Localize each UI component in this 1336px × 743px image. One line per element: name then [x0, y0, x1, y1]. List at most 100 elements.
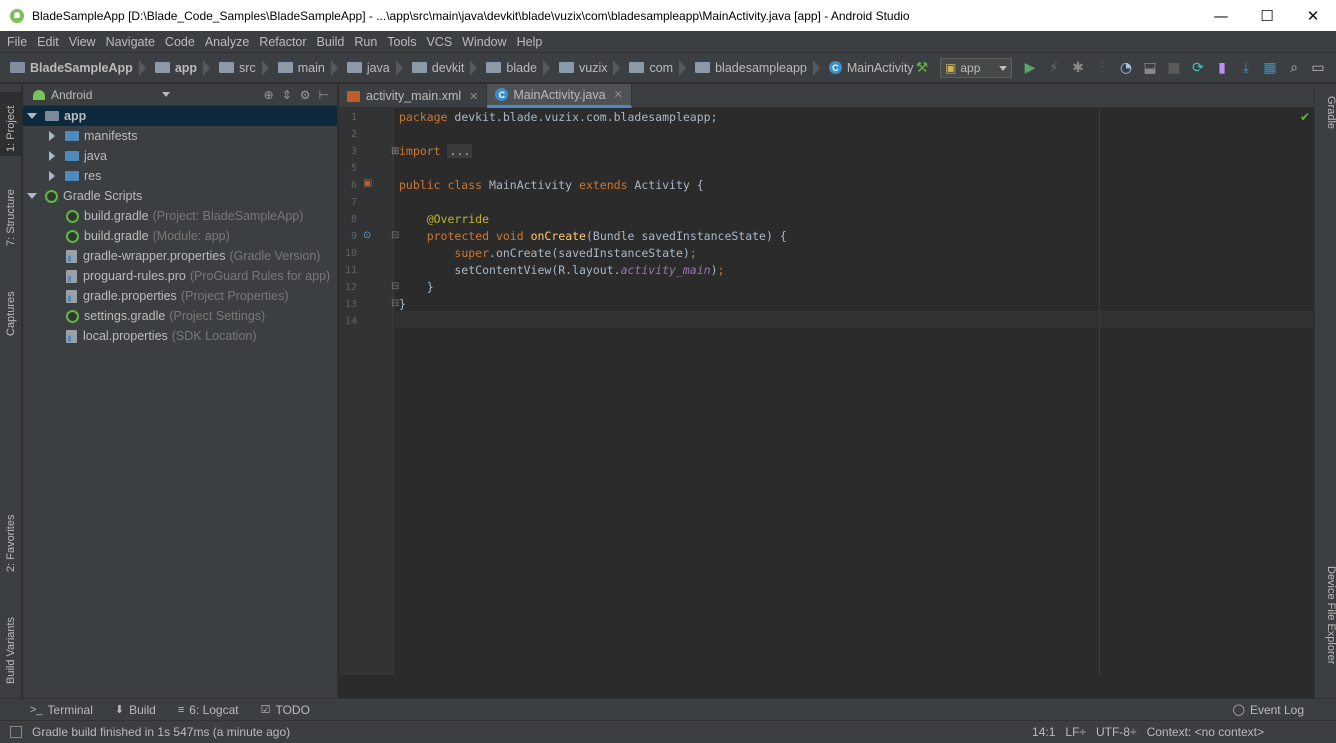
tool-window-label: 6: Logcat	[189, 702, 239, 717]
gear-icon[interactable]: ⚙	[300, 88, 311, 102]
breadcrumb-item[interactable]: main	[277, 57, 347, 79]
profile-icon[interactable]: ◔	[1114, 56, 1138, 80]
tab-gradle[interactable]: Gradle	[1315, 92, 1336, 162]
hide-panel-icon[interactable]: ⊢	[319, 88, 329, 102]
context-indicator[interactable]: Context: <no context>	[1147, 725, 1264, 739]
breadcrumb-item[interactable]: java	[346, 57, 412, 79]
code-line[interactable]: setContentView(R.layout.activity_main);	[399, 262, 724, 279]
tree-item[interactable]: java	[23, 146, 337, 166]
menu-navigate[interactable]: Navigate	[101, 35, 160, 49]
collapse-all-icon[interactable]: ⇕	[282, 88, 292, 102]
tab-build-variants[interactable]: Build Variants	[0, 594, 22, 688]
related-layout-icon[interactable]: ▣	[363, 178, 372, 189]
avd-manager-icon[interactable]: ▮	[1210, 56, 1234, 80]
menu-build[interactable]: Build	[312, 35, 350, 49]
collapse-arrow-icon[interactable]	[49, 131, 55, 141]
breadcrumb-item[interactable]: vuzix	[559, 57, 629, 79]
menu-refactor[interactable]: Refactor	[254, 35, 311, 49]
tree-item[interactable]: settings.gradle (Project Settings)	[23, 306, 337, 326]
tab-project[interactable]: 1: Project	[0, 92, 22, 156]
breadcrumb-item[interactable]: blade	[486, 57, 559, 79]
project-view-mode[interactable]: Android	[51, 88, 92, 102]
run-icon[interactable]: ▶	[1018, 56, 1042, 80]
chevron-down-icon[interactable]	[162, 92, 171, 97]
tab-captures[interactable]: Captures	[0, 274, 22, 340]
breadcrumb-item[interactable]: C MainActivity	[828, 61, 914, 75]
menu-code[interactable]: Code	[160, 35, 200, 49]
menu-edit[interactable]: Edit	[32, 35, 64, 49]
close-icon[interactable]: ✕	[469, 90, 478, 103]
expand-arrow-icon[interactable]	[27, 113, 37, 119]
make-project-icon[interactable]: ⚒	[910, 56, 934, 80]
tool-window-logcat[interactable]: ≡ 6: Logcat	[178, 703, 239, 717]
breadcrumb-item[interactable]: BladeSampleApp	[10, 57, 155, 79]
tab-device-file-explorer[interactable]: Device File Explorer	[1315, 562, 1336, 692]
menu-view[interactable]: View	[64, 35, 101, 49]
menu-vcs[interactable]: VCS	[421, 35, 457, 49]
tool-window-build[interactable]: ⬇ Build	[115, 703, 156, 717]
stop-icon[interactable]: ■	[1162, 56, 1186, 80]
tree-item[interactable]: build.gradle (Module: app)	[23, 226, 337, 246]
code-line[interactable]: public class MainActivity extends Activi…	[399, 177, 704, 194]
event-log-button[interactable]: ◯ Event Log	[1233, 703, 1304, 717]
menu-help[interactable]: Help	[512, 35, 548, 49]
maximize-button[interactable]: ☐	[1244, 0, 1290, 31]
tree-item[interactable]: app	[23, 106, 337, 126]
tree-item[interactable]: build.gradle (Project: BladeSampleApp)	[23, 206, 337, 226]
sync-gradle-icon[interactable]: ⟳	[1186, 56, 1210, 80]
run-tests-icon[interactable]: ⬓	[1138, 56, 1162, 80]
menu-analyze[interactable]: Analyze	[200, 35, 254, 49]
menu-run[interactable]: Run	[349, 35, 382, 49]
attach-debugger-icon[interactable]: ⫶	[1090, 56, 1114, 80]
tool-windows-toggle-icon[interactable]	[10, 726, 22, 738]
code-editor[interactable]: 1 2 3 5 6 7 8 9 10 11 12 13 14 ⊞ ▣ ⊙ ⊟ ⊟ ⊟ package d…	[339, 108, 1314, 698]
caret-position[interactable]: 14:1	[1032, 725, 1055, 739]
tree-item[interactable]: gradle.properties (Project Properties)	[23, 286, 337, 306]
close-button[interactable]: ✕	[1290, 0, 1336, 31]
collapse-arrow-icon[interactable]	[49, 151, 55, 161]
minimize-button[interactable]: —	[1198, 0, 1244, 31]
menu-tools[interactable]: Tools	[382, 35, 421, 49]
sdk-manager-icon[interactable]: ⤓	[1234, 56, 1258, 80]
tab-structure[interactable]: 7: Structure	[0, 178, 22, 250]
status-message[interactable]: Gradle build finished in 1s 547ms (a min…	[32, 725, 290, 739]
expand-arrow-icon[interactable]	[27, 193, 37, 199]
tree-item[interactable]: local.properties (SDK Location)	[23, 326, 337, 346]
line-separator[interactable]: LF÷	[1065, 725, 1086, 739]
code-line[interactable]: super.onCreate(savedInstanceState);	[399, 245, 696, 262]
tree-item[interactable]: proguard-rules.pro (ProGuard Rules for ap…	[23, 266, 337, 286]
breadcrumb-item[interactable]: bladesampleapp	[695, 57, 829, 79]
project-structure-icon[interactable]: ▦	[1258, 56, 1282, 80]
tree-item[interactable]: gradle-wrapper.properties (Gradle Version…	[23, 246, 337, 266]
code-line[interactable]: }	[399, 296, 406, 313]
close-icon[interactable]: ✕	[614, 88, 623, 101]
tool-window-terminal[interactable]: >_ Terminal	[30, 703, 93, 717]
editor-tab[interactable]: C MainActivity.java ✕	[487, 84, 632, 108]
code-line[interactable]: protected void onCreate(Bundle savedInst…	[399, 228, 787, 245]
collapse-arrow-icon[interactable]	[49, 171, 55, 181]
code-line[interactable]: package devkit.blade.vuzix.com.bladesamp…	[399, 109, 718, 126]
menu-window[interactable]: Window	[457, 35, 511, 49]
menu-file[interactable]: File	[2, 35, 32, 49]
run-configuration-select[interactable]: ▣ app	[940, 58, 1012, 78]
tab-favorites[interactable]: 2: Favorites	[0, 498, 22, 576]
editor-tab[interactable]: activity_main.xml ✕	[339, 84, 488, 108]
code-line[interactable]: @Override	[399, 211, 489, 228]
debug-icon[interactable]: ✱	[1066, 56, 1090, 80]
code-line[interactable]: import ...	[399, 143, 473, 160]
search-icon[interactable]: ⌕	[1282, 56, 1306, 80]
code-line[interactable]: }	[399, 279, 434, 296]
tree-item[interactable]: Gradle Scripts	[23, 186, 337, 206]
file-encoding[interactable]: UTF-8÷	[1096, 725, 1137, 739]
override-method-icon[interactable]: ⊙	[363, 230, 371, 241]
sidebar-toggle-icon[interactable]: ▭	[1306, 56, 1330, 80]
breadcrumb-item[interactable]: src	[219, 57, 278, 79]
scroll-from-source-icon[interactable]: ⊕	[264, 88, 274, 102]
breadcrumb-item[interactable]: com	[629, 57, 695, 79]
tree-item[interactable]: manifests	[23, 126, 337, 146]
tool-window-todo[interactable]: ☑ TODO	[261, 703, 310, 717]
breadcrumb-item[interactable]: devkit	[411, 57, 487, 79]
apply-changes-icon[interactable]: ⚡	[1042, 56, 1066, 80]
tree-item[interactable]: res	[23, 166, 337, 186]
breadcrumb-item[interactable]: app	[154, 57, 219, 79]
